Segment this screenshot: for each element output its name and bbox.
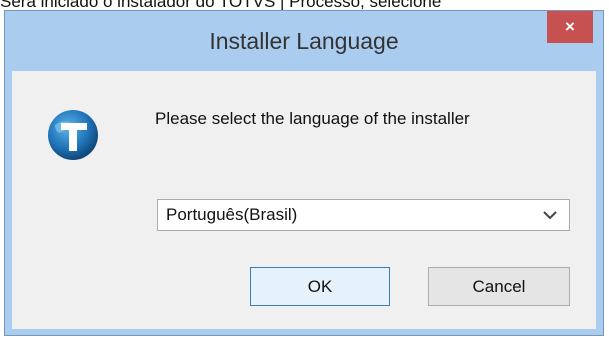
ok-button[interactable]: OK <box>250 267 390 306</box>
close-icon: × <box>565 17 575 36</box>
language-select[interactable]: Português(Brasil) <box>157 199 570 231</box>
chevron-down-icon <box>543 211 557 220</box>
window-title: Installer Language <box>209 28 399 54</box>
dialog-body: Please select the language of the instal… <box>12 71 596 329</box>
installer-language-dialog: Installer Language × Please select the l… <box>4 10 604 336</box>
language-prompt: Please select the language of the instal… <box>155 109 470 128</box>
cancel-button[interactable]: Cancel <box>428 267 570 306</box>
language-select-value: Português(Brasil) <box>166 205 298 224</box>
close-button[interactable]: × <box>547 11 593 43</box>
title-bar[interactable]: Installer Language × <box>5 11 603 71</box>
totvs-logo-icon <box>48 110 98 160</box>
